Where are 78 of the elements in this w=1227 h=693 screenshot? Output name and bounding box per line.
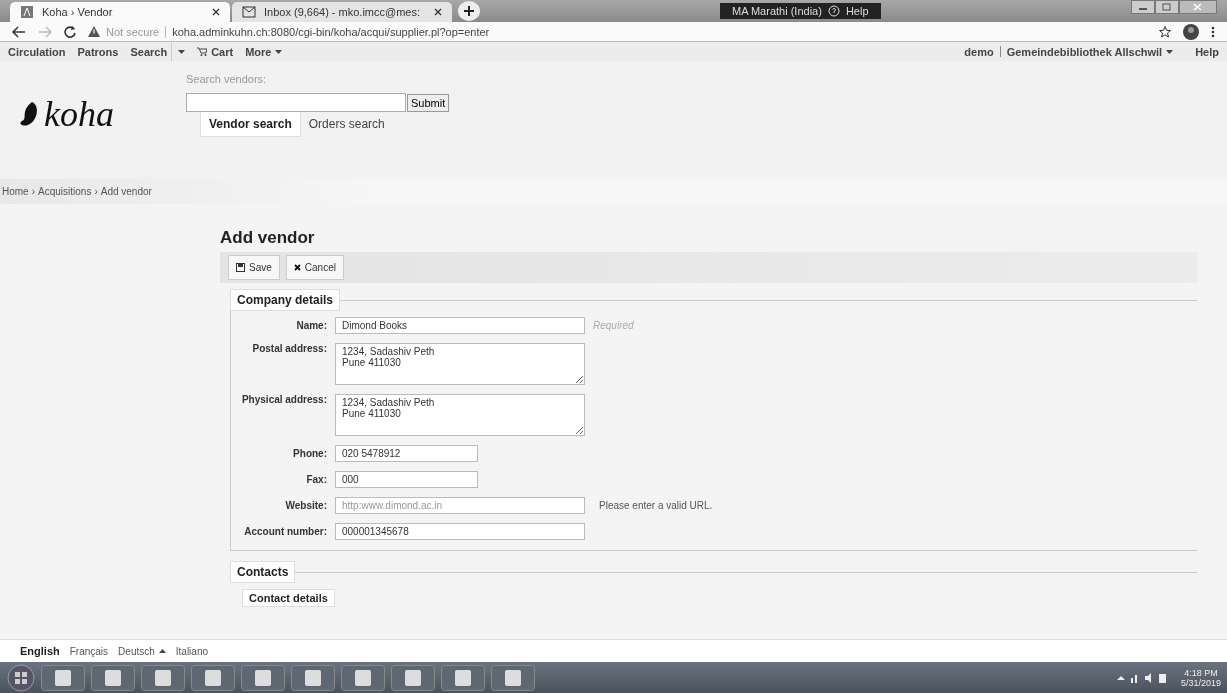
breadcrumb-separator: ›	[94, 186, 98, 197]
new-tab-button[interactable]	[458, 1, 480, 21]
page-title: Add vendor	[220, 228, 316, 248]
leaf-icon	[18, 101, 40, 127]
field-label: Website:	[284, 500, 327, 511]
close-icon	[293, 264, 301, 271]
section-legend: Contact details	[242, 589, 335, 607]
language-link[interactable]: Français	[69, 645, 109, 657]
search-label: Search vendors:	[186, 73, 268, 87]
url-text[interactable]: koha.adminkuhn.ch:8080/cgi-bin/koha/acqui/supplier.pl?op=enter	[172, 25, 490, 38]
caret-icon	[1166, 49, 1174, 54]
caret-icon	[178, 49, 186, 54]
text-area[interactable]: 1234, Sadashiv Peth Pune 411030	[335, 394, 585, 436]
input-field[interactable]: http:www.dimond.ac.in	[335, 497, 585, 514]
field-label: Phone:	[292, 448, 327, 459]
clock-time: 4:18 PM	[1184, 667, 1218, 678]
nav-link[interactable]: Search	[130, 45, 168, 58]
language-link[interactable]: Deutsch	[118, 645, 166, 657]
cancel-button[interactable]: Cancel	[285, 255, 344, 280]
browser-tab[interactable]: Inbox (9,664) - mko.imcc@mes:	[232, 2, 452, 22]
section-legend: Contacts	[230, 561, 296, 583]
field-label: Fax:	[305, 474, 327, 485]
back-arrow-icon	[12, 25, 26, 38]
close-icon	[212, 8, 220, 16]
browser-tab[interactable]: Koha › Vendor	[10, 2, 230, 22]
cart-icon	[197, 47, 208, 56]
koha-logo: koha	[18, 99, 186, 129]
section-legend: Company details	[230, 289, 341, 311]
field-label: Account number:	[243, 526, 327, 537]
field-label: Name:	[295, 320, 327, 331]
submit-button[interactable]: Submit	[407, 93, 450, 112]
caret-icon	[275, 49, 283, 54]
warning-icon	[88, 26, 100, 37]
error-message: Please enter a valid URL.	[599, 500, 713, 511]
clock-date: 5/31/2019	[1180, 677, 1221, 688]
field-label: Postal address:	[251, 343, 327, 354]
language-link[interactable]: Italiano	[175, 645, 209, 657]
menu-icon	[1211, 25, 1215, 38]
mail-icon	[242, 6, 256, 18]
library-menu[interactable]: Gemeindebibliothek Allschwil	[1006, 45, 1174, 58]
restore-icon	[1155, 0, 1179, 14]
breadcrumb-separator: ›	[31, 186, 36, 197]
forward-arrow-icon	[38, 25, 52, 38]
input-field[interactable]: 000001345678	[335, 523, 585, 540]
nav-link[interactable]: More	[245, 45, 283, 58]
field-label: Physical address:	[240, 394, 327, 405]
search-tab[interactable]: Orders search	[300, 112, 393, 137]
star-icon	[1159, 25, 1171, 38]
help-link[interactable]: Help	[845, 5, 869, 17]
nav-link[interactable]: Patrons	[77, 45, 119, 58]
input-field[interactable]: Dimond Books	[335, 317, 585, 334]
breadcrumb-link[interactable]: Home	[2, 186, 29, 197]
input-field[interactable]: 000	[335, 471, 478, 488]
language-link[interactable]: English	[20, 645, 60, 657]
plus-icon	[464, 6, 474, 16]
user-name[interactable]: demo	[964, 45, 994, 58]
avatar-icon	[1183, 23, 1199, 40]
language-indicator[interactable]: MA Marathi (India)	[732, 5, 822, 17]
input-field[interactable]: 020 5478912	[335, 445, 478, 462]
page-icon	[20, 6, 34, 18]
nav-link[interactable]: Cart	[197, 45, 234, 58]
start-button-icon	[6, 663, 36, 692]
help-icon	[827, 5, 840, 17]
minimize-icon	[1131, 0, 1155, 14]
reload-icon	[64, 25, 76, 38]
text-area[interactable]: 1234, Sadashiv Peth Pune 411030	[335, 343, 585, 385]
close-icon	[434, 8, 442, 16]
breadcrumb-link[interactable]: Add vendor	[100, 186, 152, 197]
tray-icons	[1116, 671, 1167, 684]
search-field[interactable]	[186, 93, 406, 112]
required-note: Required	[593, 320, 634, 331]
breadcrumb-link[interactable]: Acquisitions	[38, 186, 92, 197]
security-label: Not secure	[106, 25, 167, 38]
nav-link[interactable]: Circulation	[8, 45, 66, 58]
help-link[interactable]: Help	[1195, 45, 1219, 58]
search-tab[interactable]: Vendor search	[200, 112, 301, 137]
close-icon	[1179, 0, 1217, 14]
save-button[interactable]: Save	[228, 255, 280, 280]
